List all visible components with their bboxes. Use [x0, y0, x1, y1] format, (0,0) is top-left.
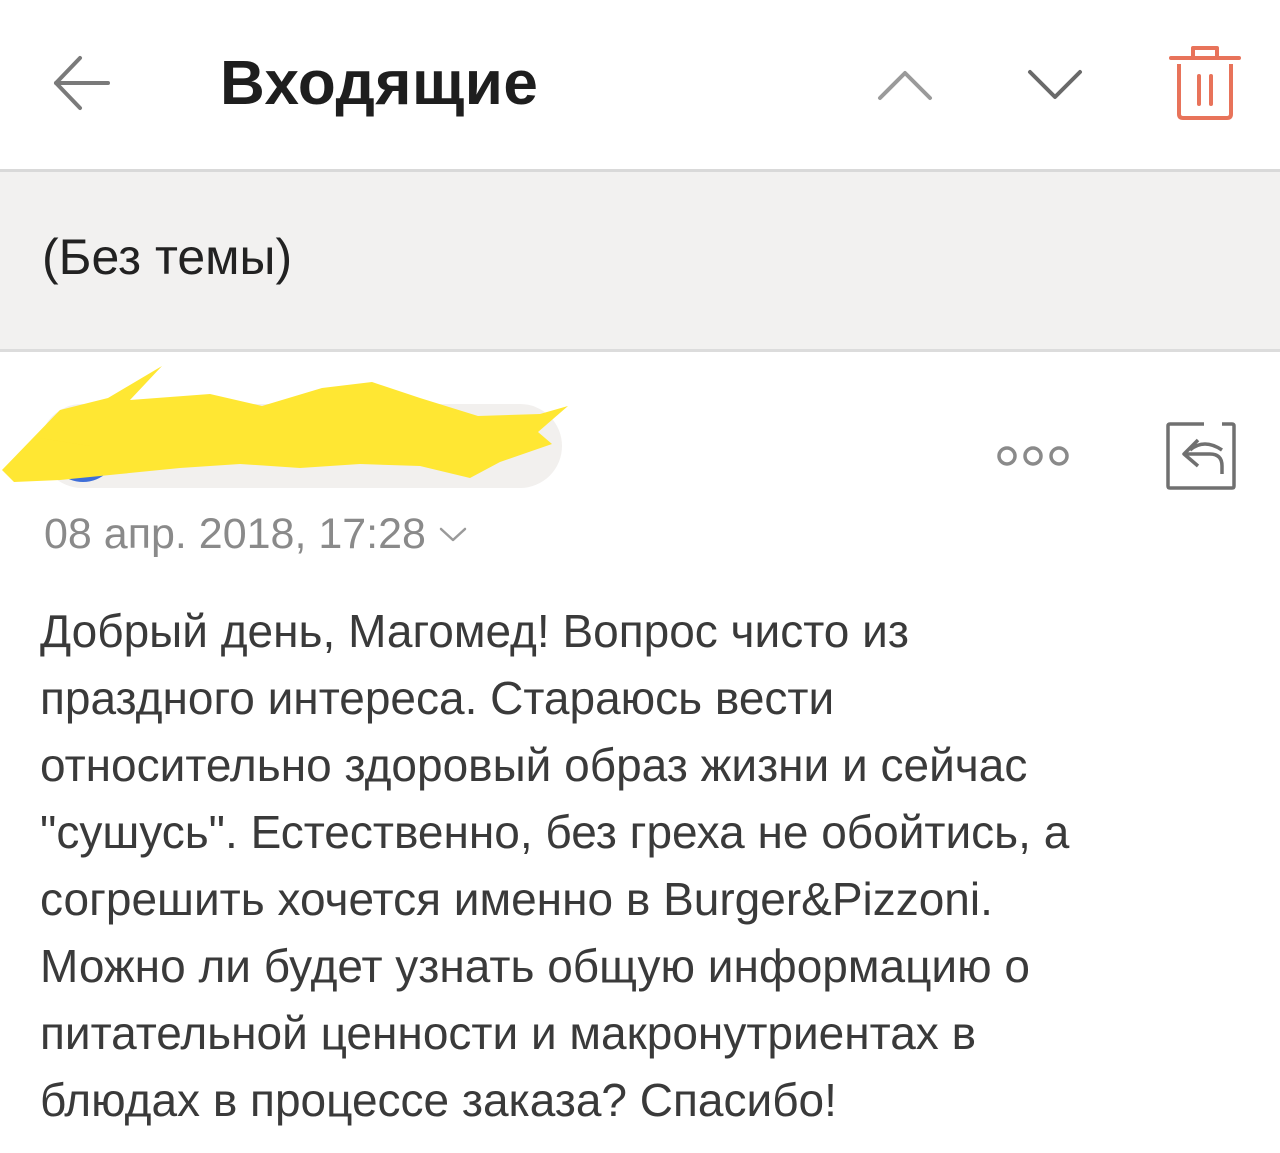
delete-button[interactable]: [1165, 40, 1245, 124]
previous-message-button[interactable]: [872, 56, 938, 112]
reply-icon: [1166, 422, 1236, 490]
sender-row: 08 апр. 2018, 17:28: [0, 352, 1280, 562]
trash-icon: [1169, 46, 1241, 120]
chevron-down-icon: [1028, 70, 1082, 99]
message-subject: (Без темы): [42, 229, 293, 285]
body-line: Добрый день, Магомед! Вопрос чисто из: [40, 605, 909, 657]
message-body: Добрый день, Магомед! Вопрос чисто из пр…: [40, 598, 1240, 1134]
reply-button[interactable]: [1164, 420, 1238, 492]
arrow-left-icon: [54, 56, 110, 110]
message-date: 08 апр. 2018, 17:28: [44, 509, 426, 558]
more-options-button[interactable]: [996, 444, 1070, 468]
body-line: питательной ценности и макронутриентах в: [40, 1007, 977, 1059]
more-dots-icon: [997, 446, 1069, 466]
body-line: относительно здоровый образ жизни и сейч…: [40, 739, 1028, 791]
date-expand-toggle[interactable]: 08 апр. 2018, 17:28: [44, 504, 468, 564]
body-line: Можно ли будет узнать общую информацию о: [40, 940, 1030, 992]
next-message-button[interactable]: [1022, 56, 1088, 112]
page-title: Входящие: [220, 49, 539, 118]
body-line: праздного интереса. Стараюсь вести: [40, 672, 835, 724]
subject-bar: (Без темы): [0, 172, 1280, 350]
chevron-up-icon: [878, 71, 932, 100]
back-button[interactable]: [48, 50, 114, 116]
body-line: "сушусь". Естественно, без греха не обой…: [40, 806, 1070, 858]
app-bar: Входящие: [0, 0, 1280, 171]
redaction-scribble: [2, 366, 568, 482]
body-line: согрешить хочется именно в Burger&Pizzon…: [40, 873, 993, 925]
body-line: блюдах в процессе заказа? Спасибо!: [40, 1074, 837, 1126]
chevron-down-icon: [439, 527, 467, 542]
